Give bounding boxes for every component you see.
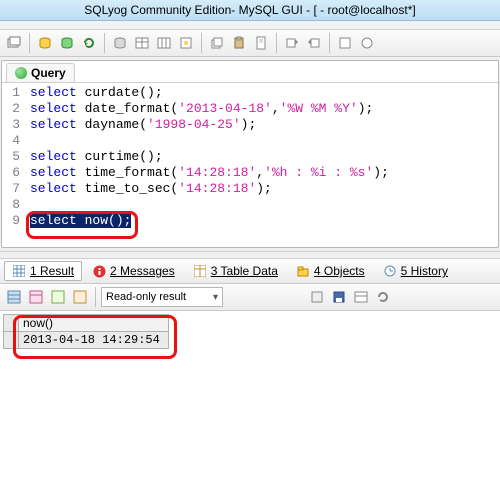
code-line[interactable]: select time_format('14:28:18','%h : %i :… — [30, 165, 498, 181]
refresh-icon[interactable] — [79, 33, 99, 53]
row-header-corner — [4, 315, 19, 332]
tab-result[interactable]: 1 Result — [4, 261, 82, 281]
toolbar-separator — [329, 33, 330, 53]
grid-view-icon[interactable] — [4, 287, 24, 307]
tab-messages-label: 2 Messages — [110, 264, 175, 278]
query-tab[interactable]: Query — [6, 63, 75, 82]
table-icon[interactable] — [132, 33, 152, 53]
toolbar-separator — [201, 33, 202, 53]
toolbar-separator — [29, 33, 30, 53]
toolbar-separator — [276, 33, 277, 53]
tab-tabledata-label: 3 Table Data — [211, 264, 278, 278]
window-title-bar: SQLyog Community Edition- MySQL GUI - [ … — [0, 0, 500, 21]
tool-icon[interactable] — [335, 33, 355, 53]
result-grid-area: now() 2013-04-18 14:29:54 — [0, 314, 500, 500]
code-line[interactable]: select curdate(); — [30, 85, 498, 101]
splitter[interactable] — [0, 251, 500, 259]
objects-icon — [296, 264, 310, 278]
cell-value[interactable]: 2013-04-18 14:29:54 — [19, 332, 169, 349]
new-connection-icon[interactable] — [4, 33, 24, 53]
export-result-icon[interactable] — [70, 287, 90, 307]
line-number: 7 — [2, 181, 24, 197]
database-yellow-icon[interactable] — [35, 33, 55, 53]
code-line[interactable]: select time_to_sec('14:28:18'); — [30, 181, 498, 197]
database-icon[interactable] — [110, 33, 130, 53]
line-number: 5 — [2, 149, 24, 165]
database-green-icon[interactable] — [57, 33, 77, 53]
import-icon[interactable] — [304, 33, 324, 53]
code-line[interactable]: select date_format('2013-04-18','%W %M %… — [30, 101, 498, 117]
grid-data-row[interactable]: 2013-04-18 14:29:54 — [4, 332, 169, 349]
tab-objects-label: 4 Objects — [314, 264, 365, 278]
text-view-icon[interactable] — [48, 287, 68, 307]
editor-card: Query 123456789 select curdate();select … — [1, 60, 499, 248]
editor-area: Query 123456789 select curdate();select … — [0, 57, 500, 251]
history-icon — [383, 264, 397, 278]
paste-icon[interactable] — [229, 33, 249, 53]
code-line[interactable]: select dayname('1998-04-25'); — [30, 117, 498, 133]
form-view-icon[interactable] — [26, 287, 46, 307]
tab-tabledata[interactable]: 3 Table Data — [185, 261, 286, 281]
tab-messages[interactable]: 2 Messages — [84, 261, 183, 281]
line-number: 3 — [2, 117, 24, 133]
edit-mode-value: Read-only result — [106, 291, 186, 303]
toolbar-separator — [104, 33, 105, 53]
grid-header-row: now() — [4, 315, 169, 332]
edit-mode-select[interactable]: Read-only result — [101, 287, 223, 307]
line-number: 1 — [2, 85, 24, 101]
code-line[interactable] — [30, 133, 498, 149]
main-toolbar — [0, 30, 500, 57]
code-line[interactable]: select curtime(); — [30, 149, 498, 165]
tool2-icon[interactable] — [357, 33, 377, 53]
copy-icon[interactable] — [207, 33, 227, 53]
sql-editor[interactable]: 123456789 select curdate();select date_f… — [2, 82, 498, 247]
row-header[interactable] — [4, 332, 19, 349]
window-title: SQLyog Community Edition- MySQL GUI - [ … — [84, 3, 415, 17]
result-tabstrip: 1 Result 2 Messages 3 Table Data 4 Objec… — [0, 259, 500, 284]
code-line[interactable] — [30, 197, 498, 213]
tab-history-label: 5 History — [401, 264, 448, 278]
result-grid[interactable]: now() 2013-04-18 14:29:54 — [3, 314, 169, 349]
line-number: 2 — [2, 101, 24, 117]
document-icon[interactable] — [251, 33, 271, 53]
tab-objects[interactable]: 4 Objects — [288, 261, 373, 281]
column-header[interactable]: now() — [19, 315, 169, 332]
menu-bar[interactable] — [0, 21, 500, 30]
export-icon[interactable] — [282, 33, 302, 53]
info-icon — [92, 264, 106, 278]
first-row-icon[interactable] — [307, 287, 327, 307]
tabledata-icon — [193, 264, 207, 278]
index-icon[interactable] — [176, 33, 196, 53]
columns-icon[interactable] — [154, 33, 174, 53]
toolbar-separator — [95, 287, 96, 307]
tab-history[interactable]: 5 History — [375, 261, 456, 281]
line-number: 4 — [2, 133, 24, 149]
query-tab-label: Query — [31, 66, 66, 80]
line-number: 9 — [2, 213, 24, 229]
query-tab-icon — [15, 67, 27, 79]
tab-result-label: 1 Result — [30, 264, 74, 278]
save-icon[interactable] — [329, 287, 349, 307]
refresh-result-icon[interactable] — [373, 287, 393, 307]
filter-icon[interactable] — [351, 287, 371, 307]
line-number: 6 — [2, 165, 24, 181]
grid-icon — [12, 264, 26, 278]
code-line[interactable]: select now(); — [30, 213, 498, 229]
result-toolbar: Read-only result — [0, 284, 500, 311]
line-number-gutter: 123456789 — [2, 85, 24, 229]
line-number: 8 — [2, 197, 24, 213]
